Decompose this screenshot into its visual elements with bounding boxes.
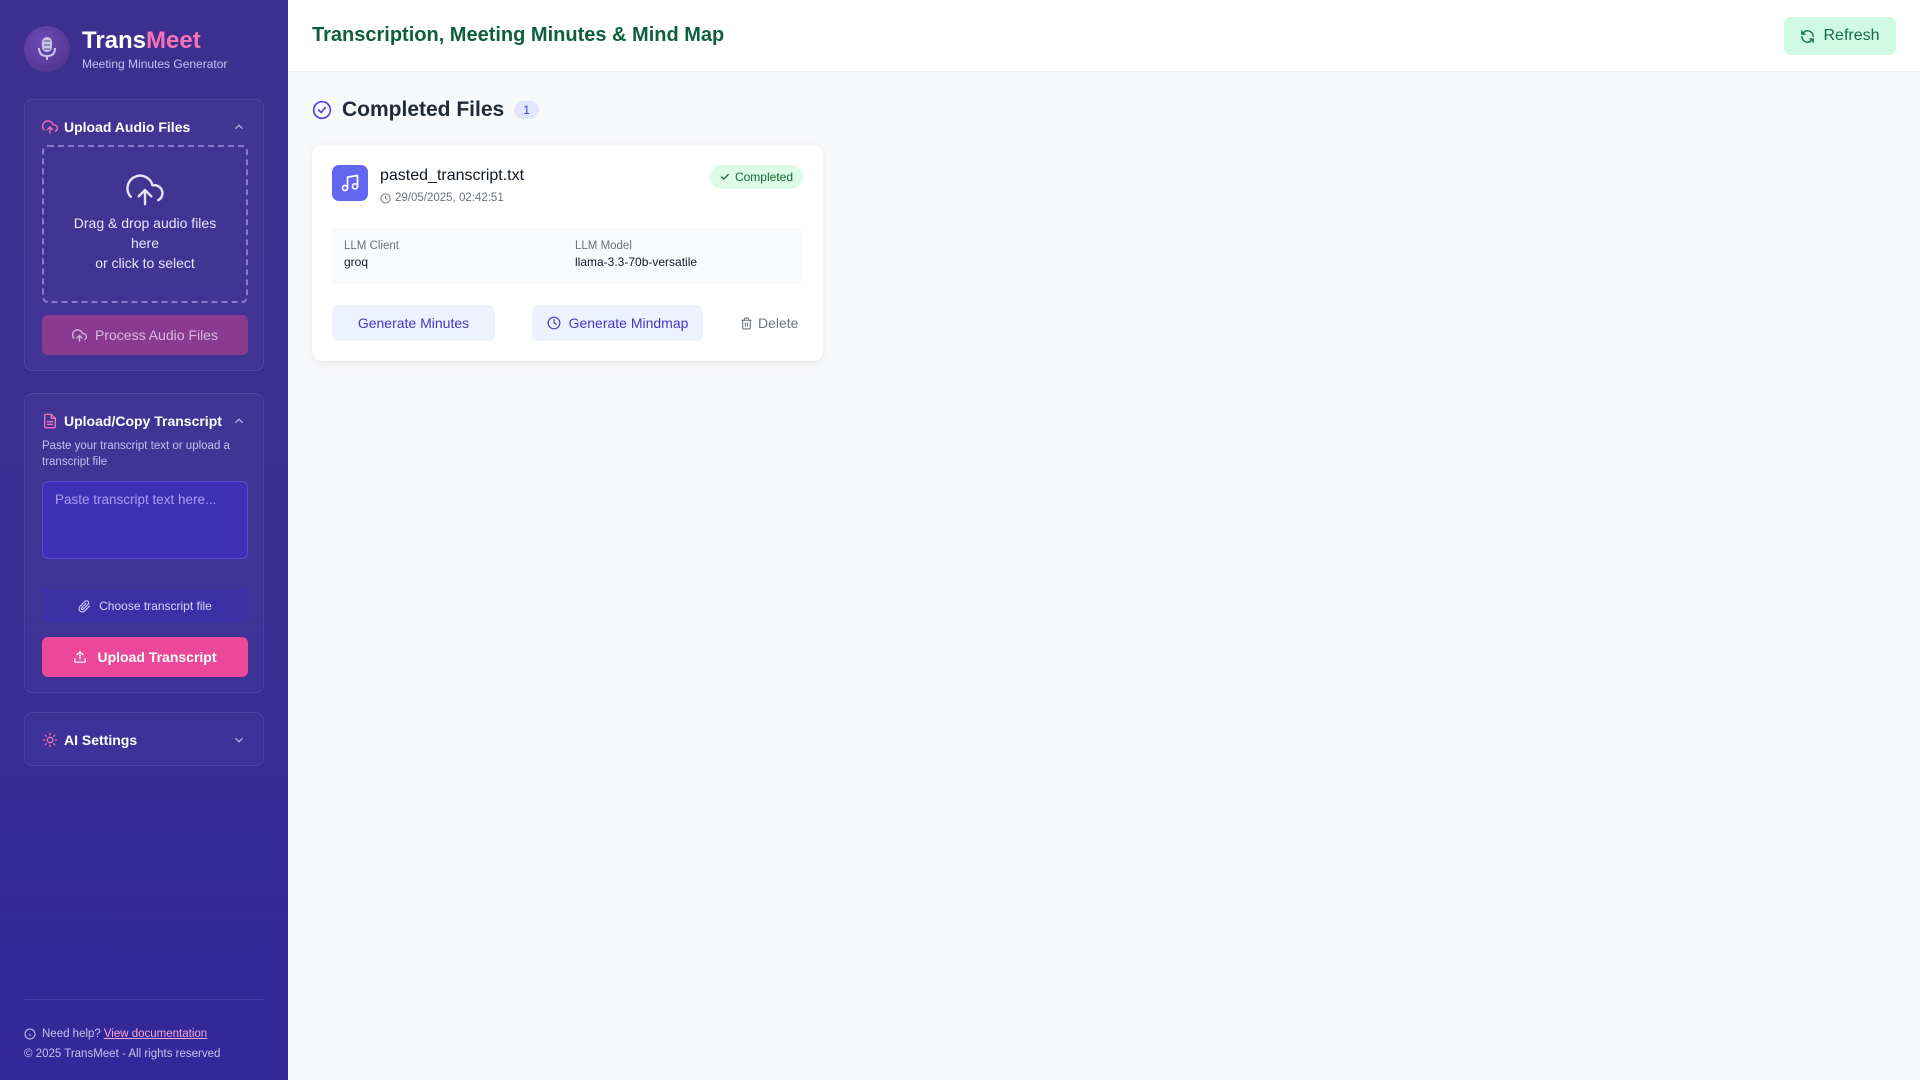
process-audio-label: Process Audio Files [95,327,218,343]
ai-settings-panel: AI Settings [24,712,264,766]
completed-count-badge: 1 [514,101,539,119]
lightbulb-icon [42,732,58,748]
app-root: TransMeet Meeting Minutes Generator Uplo… [0,0,1920,1080]
paperclip-icon [78,599,91,612]
ai-settings-header[interactable]: AI Settings [42,730,246,750]
transcript-title: Upload/Copy Transcript [64,413,222,429]
completed-files-header: Completed Files 1 [312,98,539,122]
trash-icon [741,317,752,329]
cloud-upload-icon [72,328,87,342]
check-icon [721,173,729,180]
cloud-upload-icon [126,171,164,209]
refresh-button[interactable]: Refresh [1784,17,1896,55]
generate-mindmap-button[interactable]: Generate Mindmap [532,305,703,341]
page-title: Transcription, Meeting Minutes & Mind Ma… [312,24,725,46]
upload-audio-title: Upload Audio Files [64,119,191,135]
generate-mindmap-label: Generate Mindmap [568,315,689,331]
brand: TransMeet Meeting Minutes Generator [24,26,227,72]
dropzone-subtext: or click to select [95,255,195,271]
transcript-description: Paste your transcript text or upload a t… [42,440,230,468]
brand-subtitle: Meeting Minutes Generator [82,57,228,71]
file-card: pasted_transcript.txt 29/05/2025, 02:42:… [312,145,823,361]
transcript-textarea[interactable] [42,481,248,559]
chevron-up-icon[interactable] [232,414,246,428]
upload-transcript-label: Upload Transcript [97,649,217,665]
audio-dropzone[interactable]: Drag & drop audio files here or click to… [42,145,248,303]
ai-settings-title: AI Settings [64,732,138,748]
file-name: pasted_transcript.txt [380,167,525,184]
sidebar-footer: Need help? View documentation © 2025 Tra… [24,1028,220,1060]
status-text: Completed [734,170,793,184]
choose-transcript-label: Choose transcript file [99,599,212,613]
chevron-down-icon[interactable] [232,733,246,747]
llm-client-label: LLM Client [344,240,399,252]
llm-model-label: LLM Model [575,240,632,252]
llm-model-value: llama-3.3-70b-versatile [575,255,698,269]
generate-minutes-label: Generate Minutes [357,315,470,331]
copyright: © 2025 TransMeet - All rights reserved [24,1048,221,1060]
upload-transcript-button[interactable]: Upload Transcript [42,637,248,677]
dropzone-text: Drag & drop audio files here [73,215,217,251]
refresh-icon [1801,29,1815,43]
check-circle-icon [312,100,332,120]
file-date-text: 29/05/2025, 02:42:51 [395,192,504,204]
file-meta: LLM Client groq LLM Model llama-3.3-70b-… [332,228,803,284]
generate-minutes-button[interactable]: Generate Minutes [332,305,495,341]
status-badge: Completed [709,165,803,189]
clock-icon [547,316,560,330]
topbar: Transcription, Meeting Minutes & Mind Ma… [288,0,1920,72]
file-date: 29/05/2025, 02:42:51 [380,192,504,204]
help-text: Need help? [42,1028,101,1040]
chevron-up-icon[interactable] [232,120,246,134]
microphone-icon [24,26,70,72]
music-note-icon [332,165,368,201]
documentation-link[interactable]: View documentation [104,1028,207,1040]
sidebar-divider [24,999,264,1000]
info-icon [24,1028,36,1040]
cloud-upload-icon [42,119,58,135]
transcript-header[interactable]: Upload/Copy Transcript [42,411,246,431]
refresh-label: Refresh [1823,27,1880,44]
transcript-panel: Upload/Copy Transcript Paste your transc… [24,393,264,693]
sidebar: TransMeet Meeting Minutes Generator Uplo… [0,0,288,1080]
main-content: Transcription, Meeting Minutes & Mind Ma… [288,0,1920,1080]
choose-transcript-button[interactable]: Choose transcript file [42,589,248,623]
delete-button[interactable]: Delete [740,305,798,341]
brand-title: TransMeet [82,27,201,54]
completed-files-title: Completed Files [342,98,505,121]
clock-icon [380,192,391,204]
process-audio-button[interactable]: Process Audio Files [42,315,248,355]
upload-audio-header[interactable]: Upload Audio Files [42,117,246,137]
upload-icon [74,651,87,663]
delete-label: Delete [758,315,799,331]
document-icon [42,413,58,429]
upload-audio-panel: Upload Audio Files Drag & drop audio fil… [24,99,264,371]
llm-client-value: groq [344,255,369,269]
